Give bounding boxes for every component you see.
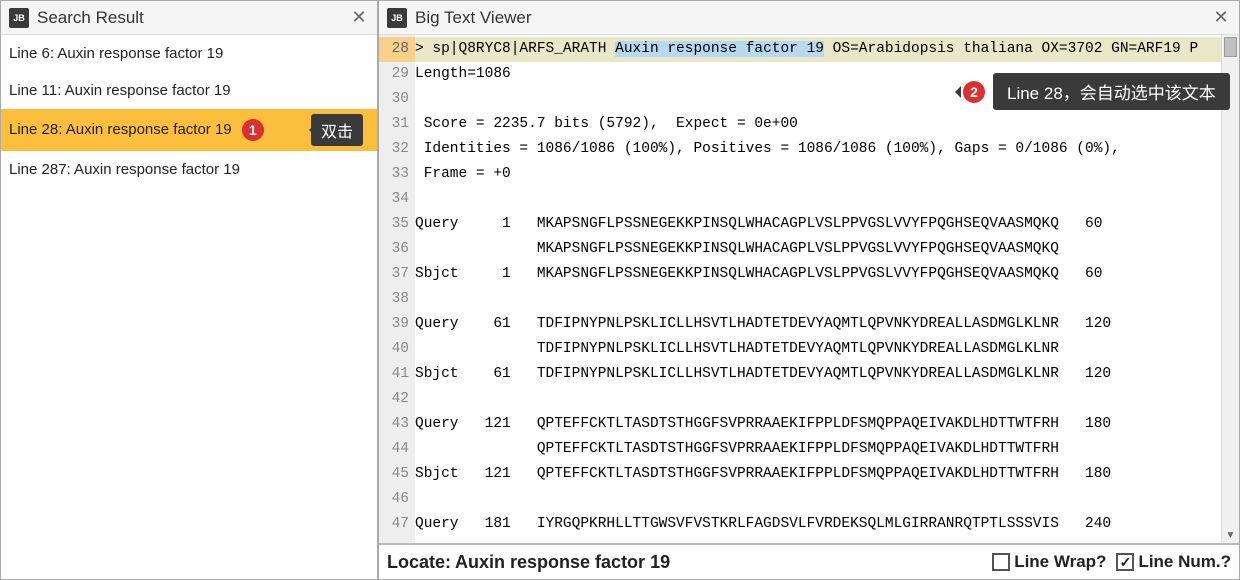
search-titlebar: JB Search Result ✕	[1, 1, 377, 35]
line-number: 45	[379, 462, 415, 487]
code-line: Score = 2235.7 bits (5792), Expect = 0e+…	[415, 112, 1239, 137]
linenum-label: Line Num.?	[1138, 552, 1231, 572]
line-number-gutter: 2829303132333435363738394041424344454647	[379, 35, 415, 543]
close-icon[interactable]: ✕	[1211, 8, 1231, 28]
line-number: 30	[379, 87, 415, 112]
annotation-2: 2 Line 28，会自动选中该文本	[957, 73, 1230, 110]
close-icon[interactable]: ✕	[349, 8, 369, 28]
line-number: 34	[379, 187, 415, 212]
content-area[interactable]: > sp|Q8RYC8|ARFS_ARATH Auxin response fa…	[415, 35, 1239, 543]
annotation-tooltip-1: 双击	[311, 114, 363, 146]
line-number: 37	[379, 262, 415, 287]
code-line: TDFIPNYPNLPSKLICLLHSVTLHADTETDEVYAQMTLQP…	[415, 337, 1239, 362]
annotation-tooltip-2: Line 28，会自动选中该文本	[993, 73, 1230, 110]
code-line	[415, 387, 1239, 412]
code-line: Query 1 MKAPSNGFLPSSNEGEKKPINSQLWHACAGPL…	[415, 212, 1239, 237]
app-icon: JB	[9, 8, 29, 28]
code-line: MKAPSNGFLPSSNEGEKKPINSQLWHACAGPLVSLPPVGS…	[415, 237, 1239, 262]
line-number: 46	[379, 487, 415, 512]
text-viewer-panel: JB Big Text Viewer ✕ 2829303132333435363…	[378, 0, 1240, 580]
code-line: Sbjct 1 MKAPSNGFLPSSNEGEKKPINSQLWHACAGPL…	[415, 262, 1239, 287]
line-number: 33	[379, 162, 415, 187]
line-number: 28	[379, 37, 415, 62]
app-icon: JB	[387, 8, 407, 28]
result-item-label: Line 28: Auxin response factor 19	[9, 121, 232, 138]
scrollbar-thumb[interactable]	[1224, 37, 1237, 57]
line-number: 39	[379, 312, 415, 337]
linewrap-label: Line Wrap?	[1014, 552, 1106, 572]
checkbox-icon[interactable]	[992, 553, 1010, 571]
line-number: 36	[379, 237, 415, 262]
line-number: 42	[379, 387, 415, 412]
results-list: Line 6: Auxin response factor 19 Line 11…	[1, 35, 377, 579]
locate-label: Locate:	[387, 552, 451, 573]
code-line: Query 121 QPTEFFCKTLTASDTSTHGGFSVPRRAAEK…	[415, 412, 1239, 437]
code-line: Sbjct 61 TDFIPNYPNLPSKLICLLHSVTLHADTETDE…	[415, 362, 1239, 387]
line-number: 38	[379, 287, 415, 312]
code-line: > sp|Q8RYC8|ARFS_ARATH Auxin response fa…	[415, 37, 1239, 62]
search-title: Search Result	[37, 8, 349, 28]
vertical-scrollbar[interactable]: ▼	[1221, 35, 1239, 543]
code-line	[415, 487, 1239, 512]
code-line: Query 61 TDFIPNYPNLPSKLICLLHSVTLHADTETDE…	[415, 312, 1239, 337]
line-number: 29	[379, 62, 415, 87]
linewrap-checkbox[interactable]: Line Wrap?	[992, 552, 1106, 572]
code-line	[415, 187, 1239, 212]
statusbar: Locate: Auxin response factor 19 Line Wr…	[379, 543, 1239, 579]
line-number: 47	[379, 512, 415, 537]
line-number: 32	[379, 137, 415, 162]
code-line: Frame = +0	[415, 162, 1239, 187]
viewer-title: Big Text Viewer	[415, 8, 1211, 28]
line-number: 31	[379, 112, 415, 137]
viewer-titlebar: JB Big Text Viewer ✕	[379, 1, 1239, 35]
result-item[interactable]: Line 287: Auxin response factor 19	[1, 151, 377, 188]
selected-text: Auxin response factor 19	[615, 41, 824, 57]
linenum-checkbox[interactable]: Line Num.?	[1116, 552, 1231, 572]
code-line: QPTEFFCKTLTASDTSTHGGFSVPRRAAEKIFPPLDFSMQ…	[415, 437, 1239, 462]
annotation-badge-1: 1	[242, 119, 264, 141]
code-line: Sbjct 121 QPTEFFCKTLTASDTSTHGGFSVPRRAAEK…	[415, 462, 1239, 487]
line-number: 44	[379, 437, 415, 462]
line-number: 41	[379, 362, 415, 387]
line-number: 35	[379, 212, 415, 237]
line-number: 40	[379, 337, 415, 362]
result-item-selected[interactable]: Line 28: Auxin response factor 19 1 双击	[1, 109, 377, 151]
viewer-body: 2829303132333435363738394041424344454647…	[379, 35, 1239, 543]
search-result-panel: JB Search Result ✕ Line 6: Auxin respons…	[0, 0, 378, 580]
code-line	[415, 287, 1239, 312]
result-item[interactable]: Line 11: Auxin response factor 19	[1, 72, 377, 109]
line-number: 43	[379, 412, 415, 437]
annotation-badge-2: 2	[963, 81, 985, 103]
locate-value: Auxin response factor 19	[455, 552, 982, 573]
result-item[interactable]: Line 6: Auxin response factor 19	[1, 35, 377, 72]
code-line: Identities = 1086/1086 (100%), Positives…	[415, 137, 1239, 162]
code-line: Query 181 IYRGQPKRHLLTTGWSVFVSTKRLFAGDSV…	[415, 512, 1239, 537]
checkbox-icon[interactable]	[1116, 553, 1134, 571]
scroll-down-icon[interactable]: ▼	[1222, 527, 1239, 543]
